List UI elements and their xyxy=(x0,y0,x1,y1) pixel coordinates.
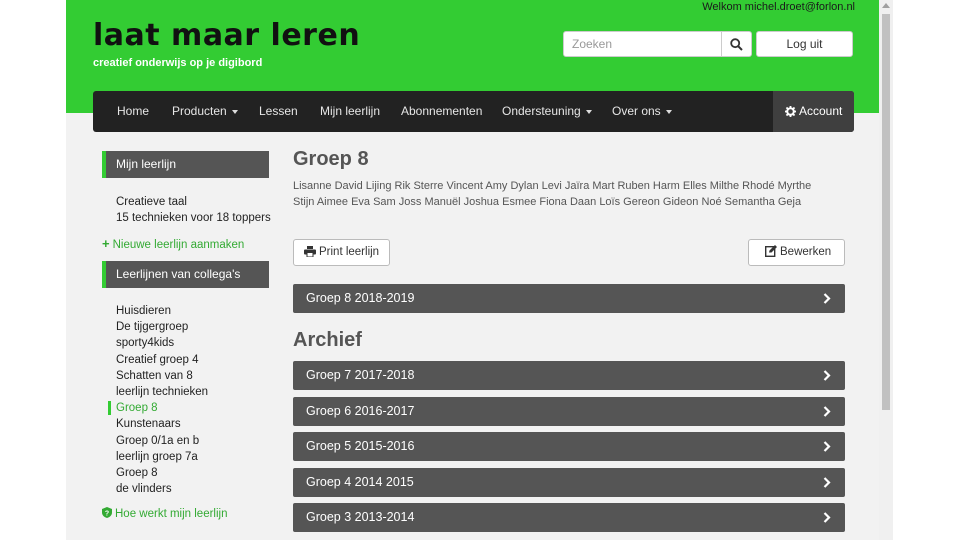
nav-mijn-leerlijn[interactable]: Mijn leerlijn xyxy=(320,91,380,132)
web-page: Welkom michel.droet@forlon.nl laat maar … xyxy=(66,0,879,540)
archive-accordion-item[interactable]: Groep 4 2014 2015 xyxy=(293,468,845,497)
list-item[interactable]: de vlinders xyxy=(116,481,208,497)
search-button[interactable] xyxy=(721,31,752,57)
list-item[interactable]: Groep 8 xyxy=(116,465,208,481)
archive-heading: Archief xyxy=(293,329,362,351)
nav-abonnementen-label: Abonnementen xyxy=(401,104,483,118)
page-title: Groep 8 xyxy=(293,148,369,170)
svg-text:?: ? xyxy=(105,510,109,517)
archive-item-label: Groep 4 2014 2015 xyxy=(306,475,414,489)
archive-item-label: Groep 5 2015-2016 xyxy=(306,439,415,453)
new-leerlijn-label: Nieuwe leerlijn aanmaken xyxy=(112,239,245,251)
list-item[interactable]: Creatief groep 4 xyxy=(116,352,208,368)
archive-accordion-item[interactable]: Groep 7 2017-2018 xyxy=(293,361,845,390)
nav-home-label: Home xyxy=(117,104,150,118)
edit-icon xyxy=(764,245,777,258)
scrollbar-thumb[interactable] xyxy=(882,14,890,410)
nav-producten-label: Producten xyxy=(172,104,227,118)
nav-mijn-leerlijn-label: Mijn leerlijn xyxy=(320,104,381,118)
print-button-label: Print leerlijn xyxy=(319,246,380,258)
list-item[interactable]: Kunstenaars xyxy=(116,416,208,432)
nav-account-label: Account xyxy=(799,104,843,118)
print-button[interactable]: Print leerlijn xyxy=(293,239,390,266)
sidebar-item-15-technieken[interactable]: 15 technieken voor 18 toppers xyxy=(116,212,271,224)
caret-down-icon xyxy=(585,109,592,114)
student-names-line-2: Stijn Aimee Eva Sam Joss Manuël Joshua E… xyxy=(293,196,802,208)
help-link-label: Hoe werkt mijn leerlijn xyxy=(115,508,228,520)
caret-down-icon xyxy=(231,109,238,114)
screen: Welkom michel.droet@forlon.nl laat maar … xyxy=(0,0,960,540)
nav-account[interactable]: Account xyxy=(773,91,854,132)
archive-item-label: Groep 3 2013-2014 xyxy=(306,510,415,524)
list-item[interactable]: De tijgergroep xyxy=(116,319,208,335)
list-item[interactable]: Schatten van 8 xyxy=(116,368,208,384)
archive-item-label: Groep 6 2016-2017 xyxy=(306,404,415,418)
printer-icon xyxy=(304,246,316,258)
main-navbar: Home Producten Lessen Mijn leerlijn Abon… xyxy=(93,91,854,132)
student-names-line-1: Lisanne David Lijing Rik Sterre Vincent … xyxy=(293,180,812,192)
list-item[interactable]: leerlijn groep 7a xyxy=(116,449,208,465)
archive-accordion-item[interactable]: Groep 5 2015-2016 xyxy=(293,432,845,461)
group-accordion-label: Groep 8 2018-2019 xyxy=(306,291,415,305)
nav-ondersteuning-label: Ondersteuning xyxy=(502,104,581,118)
chevron-right-icon xyxy=(823,477,831,488)
nav-abonnementen[interactable]: Abonnementen xyxy=(401,91,482,132)
list-item-active[interactable]: Groep 8 xyxy=(107,400,208,416)
list-item[interactable]: sporty4kids xyxy=(116,335,208,351)
list-item[interactable]: Huisdieren xyxy=(116,303,208,319)
nav-over-ons[interactable]: Over ons xyxy=(612,91,672,132)
sidebar-heading-my-leerlijn[interactable]: Mijn leerlijn xyxy=(102,151,269,178)
chevron-right-icon xyxy=(823,406,831,417)
site-tagline: creatief onderwijs op je digibord xyxy=(93,57,263,69)
nav-lessen[interactable]: Lessen xyxy=(259,91,298,132)
archive-item-label: Groep 7 2017-2018 xyxy=(306,368,415,382)
chevron-right-icon xyxy=(823,512,831,523)
new-leerlijn-link[interactable]: + Nieuwe leerlijn aanmaken xyxy=(102,236,244,251)
archive-accordion-item[interactable]: Groep 6 2016-2017 xyxy=(293,397,845,426)
chevron-right-icon xyxy=(823,293,831,304)
welcome-text: Welkom michel.droet@forlon.nl xyxy=(702,1,855,13)
student-names: Lisanne David Lijing Rik Sterre Vincent … xyxy=(293,178,838,210)
nav-ondersteuning[interactable]: Ondersteuning xyxy=(502,91,592,132)
caret-down-icon xyxy=(665,109,672,114)
chevron-right-icon xyxy=(823,441,831,452)
help-link[interactable]: ? Hoe werkt mijn leerlijn xyxy=(102,507,227,520)
list-item[interactable]: Groep 0/1a en b xyxy=(116,433,208,449)
nav-producten[interactable]: Producten xyxy=(172,91,238,132)
vertical-scrollbar[interactable] xyxy=(879,0,893,540)
site-logo[interactable]: laat maar leren xyxy=(93,18,360,53)
list-item[interactable]: leerlijn technieken xyxy=(116,384,208,400)
edit-button[interactable]: Bewerken xyxy=(748,239,845,266)
colleague-leerlijn-list: Huisdieren De tijgergroep sporty4kids Cr… xyxy=(107,303,208,497)
shield-icon: ? xyxy=(102,507,112,518)
nav-lessen-label: Lessen xyxy=(259,104,298,118)
search-input[interactable] xyxy=(563,31,722,57)
logout-button[interactable]: Log uit xyxy=(756,31,853,57)
sidebar-item-creatieve-taal[interactable]: Creatieve taal xyxy=(116,196,187,208)
search-icon xyxy=(730,38,743,51)
nav-over-ons-label: Over ons xyxy=(612,104,661,118)
scroll-up-arrow-icon[interactable] xyxy=(882,3,890,8)
group-accordion-current[interactable]: Groep 8 2018-2019 xyxy=(293,284,845,313)
nav-home[interactable]: Home xyxy=(117,91,149,132)
archive-accordion-item[interactable]: Groep 3 2013-2014 xyxy=(293,503,845,532)
chevron-right-icon xyxy=(823,370,831,381)
edit-button-label: Bewerken xyxy=(780,246,832,258)
gear-icon xyxy=(785,106,796,117)
sidebar-heading-collegas[interactable]: Leerlijnen van collega's xyxy=(102,261,269,288)
plus-icon: + xyxy=(102,236,110,251)
